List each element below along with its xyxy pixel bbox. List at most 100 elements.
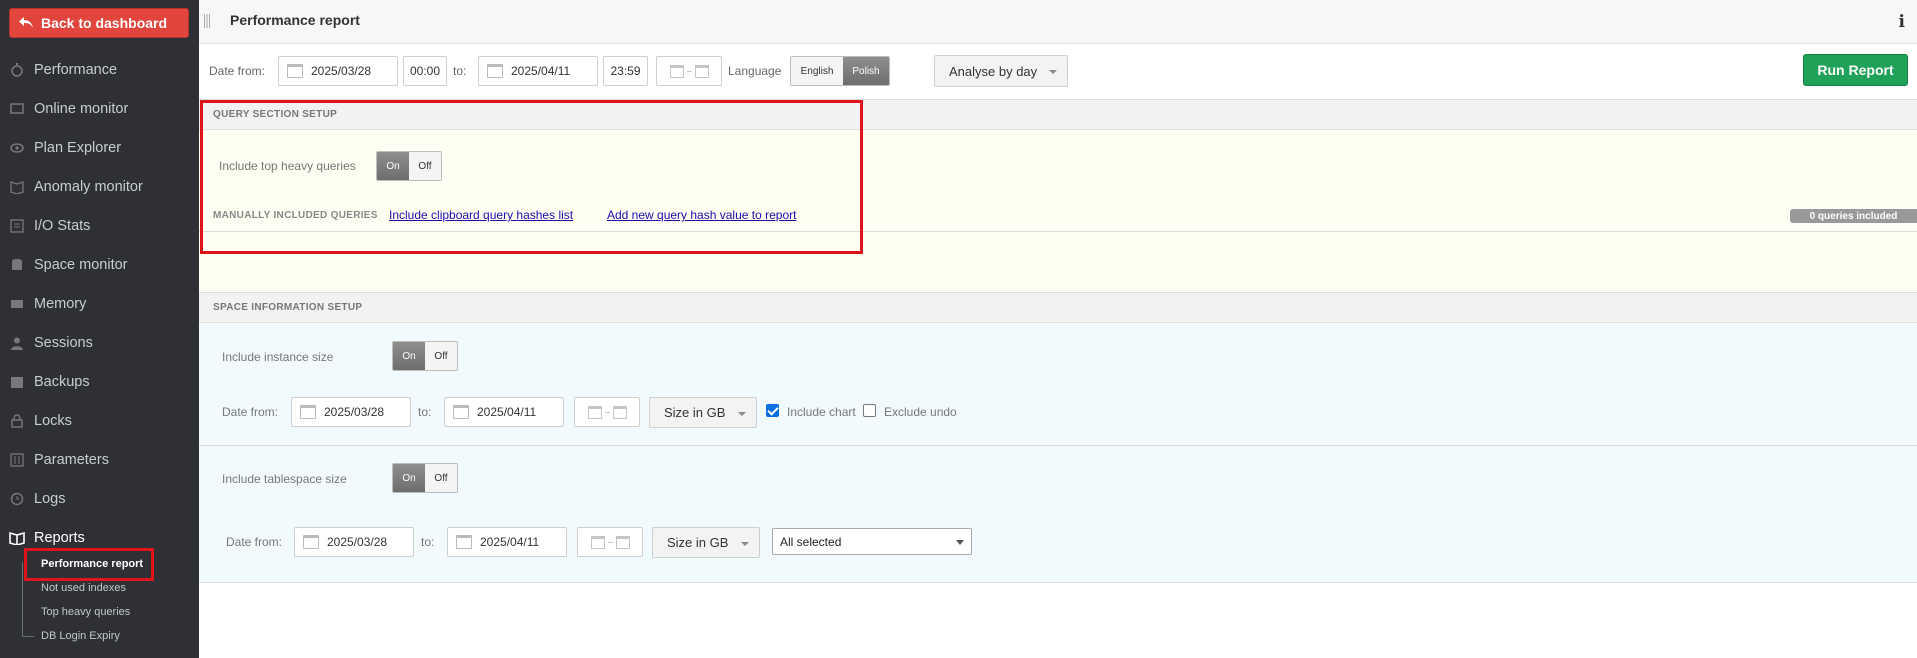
back-to-dashboard-button[interactable]: Back to dashboard — [9, 8, 189, 38]
clock-icon — [9, 491, 25, 507]
exclude-undo-label: Exclude undo — [884, 405, 957, 419]
highlight-box-query-section — [200, 100, 863, 254]
submenu-item-top-heavy-queries[interactable]: Top heavy queries — [41, 606, 130, 618]
page-title: Performance report — [230, 12, 360, 28]
calendar-icon — [300, 405, 316, 419]
sidebar-item-label: I/O Stats — [34, 218, 91, 234]
open-book-icon — [9, 530, 25, 546]
tablespace-date-from-input[interactable]: 2025/03/28 — [294, 527, 414, 557]
chevron-down-icon — [956, 540, 964, 545]
include-chart-checkbox[interactable] — [766, 404, 779, 417]
date-from-value: 2025/03/28 — [311, 64, 372, 78]
language-label: Language — [728, 64, 782, 78]
sidebar-item-logs[interactable]: Logs — [0, 484, 199, 514]
include-tablespace-size-label: Include tablespace size — [222, 472, 347, 486]
sidebar-item-memory[interactable]: Memory — [0, 289, 199, 319]
date-from-label: Date from: — [209, 64, 266, 78]
submenu-line — [22, 562, 23, 636]
date-range-picker-button[interactable] — [656, 56, 722, 86]
backup-icon — [9, 374, 25, 390]
time-from-input[interactable]: 00:00 — [403, 56, 447, 86]
language-polish-option[interactable]: Polish — [843, 57, 889, 85]
tablespace-select-value: All selected — [780, 534, 842, 549]
include-tablespace-size-toggle: On Off — [392, 463, 458, 493]
run-report-button[interactable]: Run Report — [1803, 54, 1908, 86]
sidebar-item-label: Locks — [34, 413, 72, 429]
tablespace-date-to-input[interactable]: 2025/04/11 — [447, 527, 567, 557]
divider — [199, 582, 1917, 583]
sidebar-item-performance[interactable]: Performance — [0, 55, 199, 85]
queries-included-badge: 0 queries included — [1790, 209, 1917, 223]
tablespace-to-label: to: — [421, 535, 435, 549]
sidebar-item-anomaly-monitor[interactable]: Anomaly monitor — [0, 172, 199, 202]
calendar-icon — [287, 64, 303, 78]
sidebar-item-parameters[interactable]: Parameters — [0, 445, 199, 475]
sidebar-item-sessions[interactable]: Sessions — [0, 328, 199, 358]
sidebar-item-online-monitor[interactable]: Online monitor — [0, 94, 199, 124]
instance-date-to-input[interactable]: 2025/04/11 — [444, 397, 564, 427]
exclude-undo-checkbox[interactable] — [863, 404, 876, 417]
sidebar-item-locks[interactable]: Locks — [0, 406, 199, 436]
tablespace-date-to-value: 2025/04/11 — [480, 535, 540, 549]
calendar-icon — [456, 535, 472, 549]
size-unit-value: Size in GB — [667, 535, 729, 550]
calendar-icon — [669, 64, 684, 78]
toggle-on-option[interactable]: On — [393, 464, 425, 492]
time-from-value: 00:00 — [409, 64, 441, 78]
back-arrow-icon — [19, 17, 33, 28]
toggle-on-option[interactable]: On — [393, 342, 425, 370]
time-to-input[interactable]: 23:59 — [603, 56, 648, 86]
sidebar-item-label: Memory — [34, 296, 87, 312]
date-from-input[interactable]: 2025/03/28 — [278, 56, 398, 86]
calendar-icon — [612, 405, 627, 419]
memory-icon — [9, 296, 25, 312]
sidebar: Back to dashboard Performance Online mon… — [0, 0, 199, 658]
sidebar-item-io-stats[interactable]: I/O Stats — [0, 211, 199, 241]
instance-date-range-button[interactable] — [574, 397, 640, 427]
sidebar-item-label: Performance — [34, 62, 118, 78]
back-to-dashboard-label: Back to dashboard — [41, 15, 168, 31]
lock-icon — [9, 413, 25, 429]
language-english-option[interactable]: English — [791, 57, 843, 85]
database-icon — [9, 257, 25, 273]
tablespace-date-from-value: 2025/03/28 — [327, 535, 388, 549]
divider — [199, 445, 1917, 446]
chevron-down-icon — [741, 542, 749, 546]
sidebar-item-label: Space monitor — [34, 257, 128, 273]
tablespace-select[interactable]: All selected — [772, 528, 972, 555]
tablespace-date-from-label: Date from: — [226, 535, 283, 549]
sidebar-item-space-monitor[interactable]: Space monitor — [0, 250, 199, 280]
instance-date-from-input[interactable]: 2025/03/28 — [291, 397, 411, 427]
book-icon — [9, 179, 25, 195]
toggle-off-option[interactable]: Off — [425, 342, 457, 370]
eye-icon — [9, 140, 25, 156]
instance-date-to-value: 2025/04/11 — [477, 405, 537, 419]
sidebar-item-plan-explorer[interactable]: Plan Explorer — [0, 133, 199, 163]
tablespace-size-unit-dropdown[interactable]: Size in GB — [652, 527, 760, 558]
instance-size-unit-dropdown[interactable]: Size in GB — [649, 397, 757, 428]
instance-to-label: to: — [418, 405, 432, 419]
tablespace-date-range-button[interactable] — [577, 527, 643, 557]
calendar-icon — [487, 64, 503, 78]
sidebar-item-label: Reports — [34, 530, 85, 546]
instance-date-from-value: 2025/03/28 — [324, 405, 385, 419]
date-to-value: 2025/04/11 — [511, 64, 571, 78]
analyse-by-dropdown[interactable]: Analyse by day — [934, 55, 1068, 87]
chevron-down-icon — [738, 412, 746, 416]
sidebar-item-backups[interactable]: Backups — [0, 367, 199, 397]
analyse-by-value: Analyse by day — [949, 63, 1038, 79]
calendar-icon — [615, 535, 630, 549]
calendar-icon — [694, 64, 709, 78]
calendar-icon — [303, 535, 319, 549]
submenu-item-not-used-indexes[interactable]: Not used indexes — [41, 582, 126, 594]
stopwatch-icon — [9, 62, 25, 78]
submenu-item-db-login-expiry[interactable]: DB Login Expiry — [41, 630, 120, 642]
space-section-header: SPACE INFORMATION SETUP — [199, 293, 1917, 323]
include-instance-size-label: Include instance size — [222, 350, 334, 364]
sidebar-item-label: Sessions — [34, 335, 93, 351]
info-icon[interactable]: ℹ — [1899, 12, 1905, 32]
resize-grip-icon[interactable] — [204, 14, 210, 28]
date-to-input[interactable]: 2025/04/11 — [478, 56, 598, 86]
sidebar-item-label: Logs — [34, 491, 66, 507]
toggle-off-option[interactable]: Off — [425, 464, 457, 492]
